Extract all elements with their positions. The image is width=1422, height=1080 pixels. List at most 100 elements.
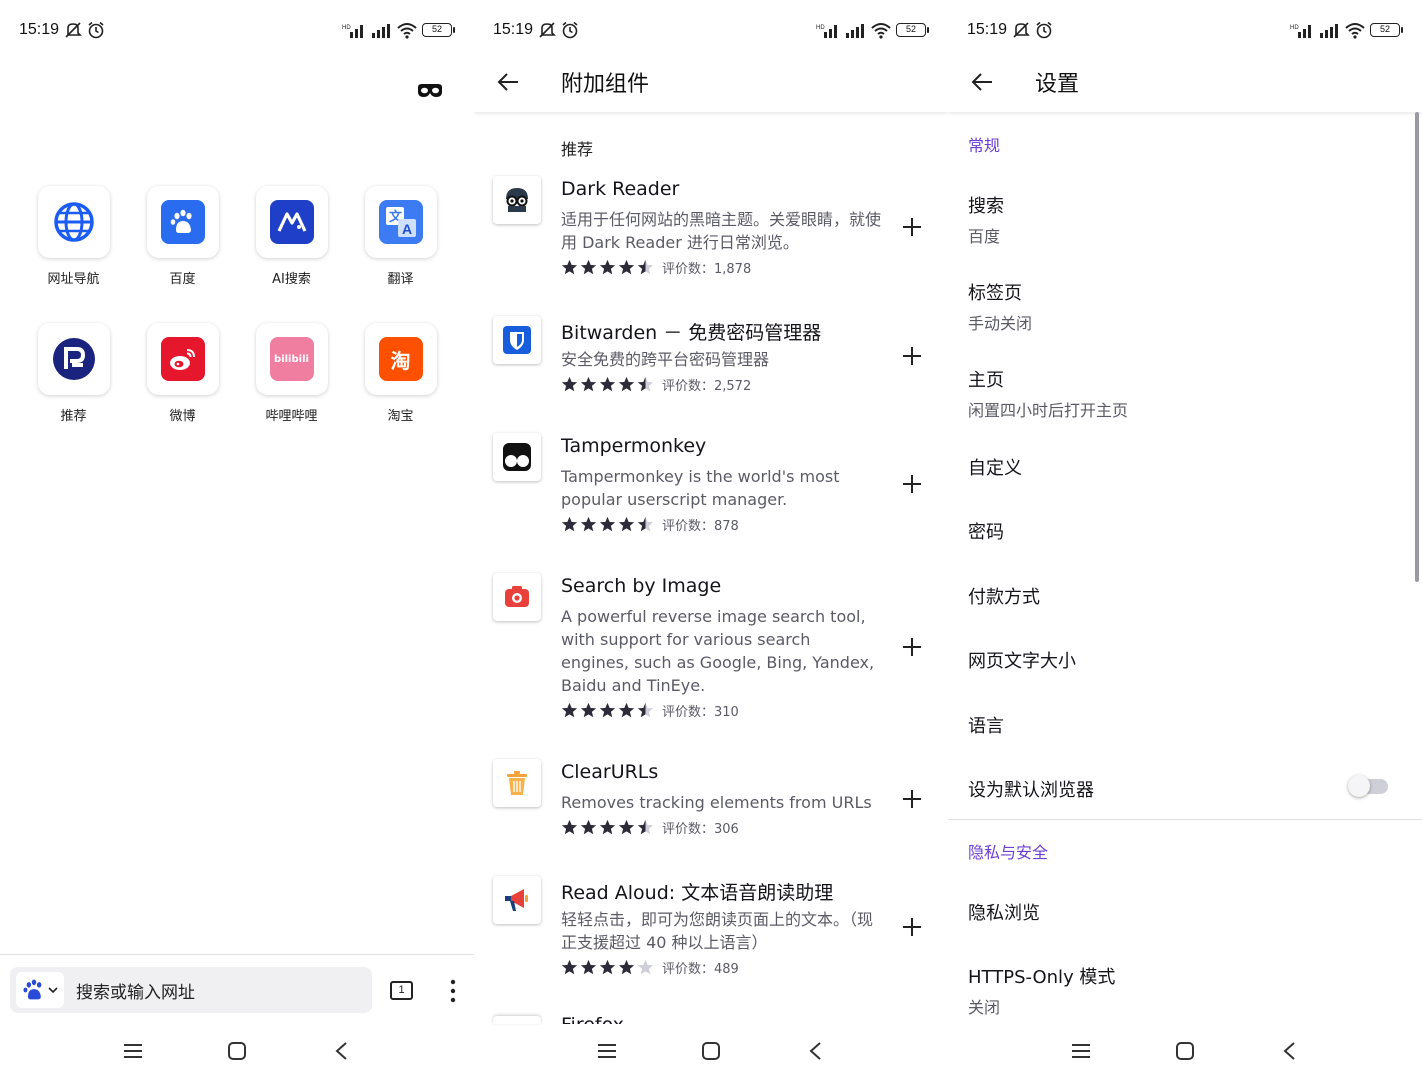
menu-icon[interactable] bbox=[120, 1038, 146, 1064]
home-icon[interactable] bbox=[1172, 1038, 1198, 1064]
private-mode-icon[interactable] bbox=[416, 79, 444, 101]
addon-rating: 评价数：1,878 bbox=[561, 258, 751, 277]
rating-count: 评价数：310 bbox=[662, 705, 739, 720]
star-icon bbox=[618, 819, 635, 835]
system-nav-bar bbox=[0, 1022, 474, 1080]
camera-icon bbox=[493, 573, 541, 621]
star-icon bbox=[561, 259, 578, 275]
star-icon bbox=[637, 819, 654, 835]
mute-icon bbox=[539, 22, 556, 38]
clearurls-icon bbox=[493, 759, 541, 807]
setting-font-size[interactable]: 网页文字大小 bbox=[968, 647, 1408, 673]
signal-icon bbox=[1320, 24, 1338, 38]
search-engine-selector[interactable] bbox=[16, 972, 64, 1008]
setting-language[interactable]: 语言 bbox=[968, 712, 1408, 738]
back-icon[interactable] bbox=[802, 1038, 828, 1064]
star-icon bbox=[618, 259, 635, 275]
setting-https-only[interactable]: HTTPS-Only 模式 关闭 bbox=[968, 963, 1408, 1018]
back-arrow-icon[interactable] bbox=[968, 68, 996, 96]
section-header: 推荐 bbox=[561, 140, 594, 159]
shortcut-nav[interactable]: 网址导航 bbox=[19, 186, 128, 287]
rating-count: 评价数：2,572 bbox=[662, 379, 752, 394]
star-icon bbox=[580, 376, 597, 392]
address-bar[interactable]: 搜索或输入网址 bbox=[10, 967, 372, 1013]
home-icon[interactable] bbox=[698, 1038, 724, 1064]
add-icon[interactable] bbox=[900, 472, 924, 496]
star-icon bbox=[580, 516, 597, 532]
shortcut-taobao[interactable]: 淘 淘宝 bbox=[346, 323, 455, 424]
star-icon bbox=[599, 516, 616, 532]
home-icon[interactable] bbox=[224, 1038, 250, 1064]
rating-count: 评价数：306 bbox=[662, 822, 739, 837]
add-icon[interactable] bbox=[900, 215, 924, 239]
signal-hd-icon: HD bbox=[816, 25, 837, 38]
setting-customize[interactable]: 自定义 bbox=[968, 454, 1408, 480]
star-icon bbox=[618, 376, 635, 392]
star-icon bbox=[618, 702, 635, 718]
star-icon bbox=[637, 702, 654, 718]
wifi-icon bbox=[871, 23, 891, 39]
translate-icon: 文A bbox=[385, 207, 416, 237]
setting-title: HTTPS-Only 模式 bbox=[968, 967, 1116, 988]
setting-search[interactable]: 搜索 百度 bbox=[968, 192, 1408, 247]
add-icon[interactable] bbox=[900, 915, 924, 939]
setting-payment-methods[interactable]: 付款方式 bbox=[968, 583, 1408, 609]
rating-count: 评价数：878 bbox=[662, 519, 739, 534]
add-icon[interactable] bbox=[900, 787, 924, 811]
star-icon bbox=[599, 702, 616, 718]
setting-title: 设为默认浏览器 bbox=[968, 780, 1094, 801]
setting-tabs[interactable]: 标签页 手动关闭 bbox=[968, 279, 1408, 334]
scrollbar[interactable] bbox=[1415, 112, 1419, 582]
star-rating bbox=[561, 702, 654, 719]
star-icon bbox=[599, 376, 616, 392]
addon-name: ClearURLs bbox=[561, 761, 659, 783]
shortcut-baidu[interactable]: 百度 bbox=[128, 186, 237, 287]
addon-description: 适用于任何网站的黑暗主题。关爱眼睛，就使用 Dark Reader 进行日常浏览… bbox=[561, 210, 882, 252]
setting-title: 隐私浏览 bbox=[968, 903, 1040, 924]
addon-name: Tampermonkey bbox=[561, 435, 707, 457]
add-icon[interactable] bbox=[900, 635, 924, 659]
back-icon[interactable] bbox=[1276, 1038, 1302, 1064]
settings-screen: 15:19 HD 52 设置 常规 搜索 百度 标签页 手动关闭 主页 闲置四小时后打… bbox=[948, 0, 1422, 1080]
back-arrow-icon[interactable] bbox=[494, 68, 522, 96]
setting-subtitle: 闲置四小时后打开主页 bbox=[968, 401, 1129, 420]
alarm-icon bbox=[1036, 21, 1052, 39]
menu-icon[interactable] bbox=[594, 1038, 620, 1064]
back-icon[interactable] bbox=[328, 1038, 354, 1064]
battery-indicator: 52 bbox=[896, 23, 929, 37]
tab-counter-button[interactable]: 1 bbox=[390, 981, 413, 1000]
battery-indicator: 52 bbox=[1370, 23, 1403, 37]
mute-icon bbox=[1013, 22, 1030, 38]
default-browser-toggle[interactable] bbox=[1348, 775, 1388, 797]
setting-private-browsing[interactable]: 隐私浏览 bbox=[968, 899, 1408, 925]
home-screen: 15:19 HD 52 网址导航 百度 AI搜索 文A 翻译 推荐 微博 bil… bbox=[0, 0, 474, 1080]
shortcut-translate[interactable]: 文A 翻译 bbox=[346, 186, 455, 287]
page-title: 设置 bbox=[1035, 72, 1080, 97]
category-privacy: 隐私与安全 bbox=[968, 843, 1049, 862]
star-rating bbox=[561, 516, 654, 533]
setting-title: 搜索 bbox=[968, 196, 1004, 217]
shortcut-bilibili[interactable]: bilibili 哔哩哔哩 bbox=[237, 323, 346, 424]
addon-description: Tampermonkey is the world's most popular… bbox=[561, 467, 840, 509]
star-icon bbox=[637, 259, 654, 275]
address-placeholder: 搜索或输入网址 bbox=[76, 982, 195, 1003]
more-menu-icon[interactable] bbox=[443, 977, 463, 1005]
shortcut-recommend[interactable]: 推荐 bbox=[19, 323, 128, 424]
shortcut-weibo[interactable]: 微博 bbox=[128, 323, 237, 424]
globe-icon bbox=[53, 202, 94, 242]
setting-title: 密码 bbox=[968, 522, 1004, 543]
mute-icon bbox=[65, 22, 82, 38]
shortcut-ai-search[interactable]: AI搜索 bbox=[237, 186, 346, 287]
ai-search-icon bbox=[277, 212, 306, 232]
add-icon[interactable] bbox=[900, 344, 924, 368]
star-icon bbox=[599, 959, 616, 975]
page-title: 附加组件 bbox=[561, 72, 650, 97]
chevron-down-icon bbox=[48, 987, 58, 994]
taobao-icon: 淘 bbox=[378, 337, 423, 381]
setting-homepage[interactable]: 主页 闲置四小时后打开主页 bbox=[968, 366, 1408, 421]
status-time: 15:19 bbox=[493, 21, 534, 38]
setting-default-browser[interactable]: 设为默认浏览器 bbox=[968, 776, 1408, 802]
bitwarden-icon bbox=[493, 316, 541, 364]
menu-icon[interactable] bbox=[1068, 1038, 1094, 1064]
setting-passwords[interactable]: 密码 bbox=[968, 518, 1408, 544]
